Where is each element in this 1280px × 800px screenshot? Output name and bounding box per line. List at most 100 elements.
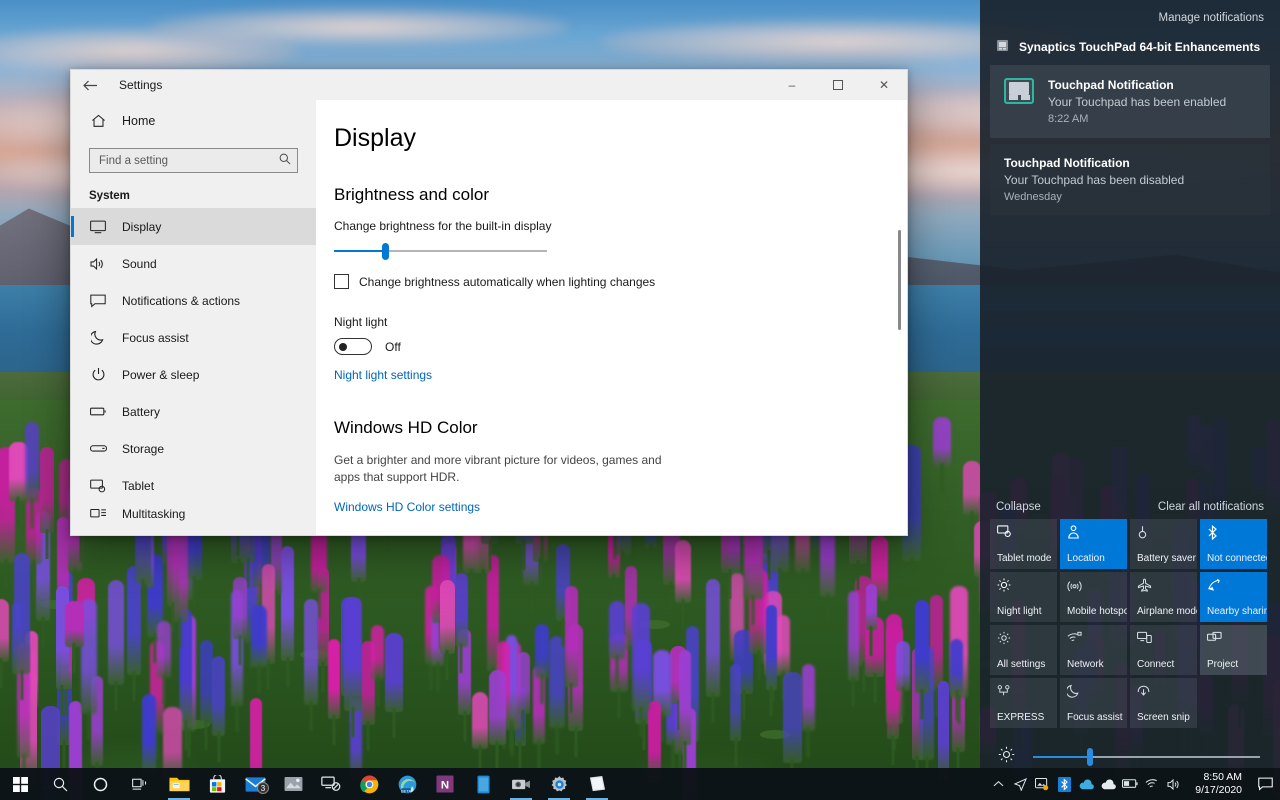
quick-action-label: Focus assist xyxy=(1067,712,1123,723)
notification-app-group-header[interactable]: Synaptics TouchPad 64-bit Enhancements xyxy=(996,39,1280,55)
battery-icon[interactable] xyxy=(1119,768,1141,800)
cortana-icon[interactable] xyxy=(80,768,120,800)
quick-action-location[interactable]: Location xyxy=(1060,519,1127,569)
settings-titlebar[interactable]: Settings – ✕ xyxy=(71,70,907,100)
manage-notifications-link[interactable]: Manage notifications xyxy=(996,12,1264,24)
hd-color-heading: Windows HD Color xyxy=(334,418,478,437)
lupine-flower xyxy=(678,649,691,745)
scrollbar-thumb[interactable] xyxy=(898,230,901,330)
lupine-flower xyxy=(251,604,267,667)
auto-brightness-row[interactable]: Change brightness automatically when lig… xyxy=(334,274,907,289)
location-arrow-icon[interactable] xyxy=(1009,768,1031,800)
quick-action-night-light[interactable]: Night light xyxy=(990,572,1057,622)
quick-action-network[interactable]: Network xyxy=(1060,625,1127,675)
quick-action-express[interactable]: EXPRESS xyxy=(990,678,1057,728)
quick-action-all-settings[interactable]: All settings xyxy=(990,625,1057,675)
brightness-thumb[interactable] xyxy=(1086,748,1093,766)
search-box[interactable] xyxy=(89,148,298,173)
quick-action-focus-assist[interactable]: Focus assist xyxy=(1060,678,1127,728)
settings-sidebar: Home System xyxy=(71,100,316,535)
hd-color-description: Get a brighter and more vibrant picture … xyxy=(334,453,662,485)
search-icon[interactable] xyxy=(40,768,80,800)
sidebar-label: Notifications & actions xyxy=(122,293,241,308)
notification-item[interactable]: Touchpad Notification Your Touchpad has … xyxy=(990,65,1270,138)
quick-action-connect[interactable]: Connect xyxy=(1130,625,1197,675)
content-scrollbar[interactable] xyxy=(894,100,904,535)
sidebar-item-storage[interactable]: Storage xyxy=(71,430,316,467)
night-light-toggle-row[interactable]: Off xyxy=(334,338,907,355)
collapse-link[interactable]: Collapse xyxy=(996,501,1041,513)
taskbar-app-photos[interactable] xyxy=(274,768,312,800)
lupine-flower xyxy=(454,572,468,647)
taskbar-app-microsoft-store[interactable] xyxy=(198,768,236,800)
brightness-slider-thumb[interactable] xyxy=(382,243,390,260)
action-center-icon[interactable] xyxy=(1252,768,1278,800)
notification-item[interactable]: Touchpad Notification Your Touchpad has … xyxy=(990,144,1270,215)
lupine-flower xyxy=(801,664,815,731)
sidebar-item-tablet[interactable]: Tablet xyxy=(71,467,316,504)
taskbar-app-connect[interactable] xyxy=(312,768,350,800)
quick-action-battery-saver[interactable]: Battery saver xyxy=(1130,519,1197,569)
sidebar-item-home[interactable]: Home xyxy=(71,102,316,140)
back-arrow-icon[interactable] xyxy=(71,70,109,100)
auto-brightness-checkbox[interactable] xyxy=(334,274,349,289)
bluetooth-icon[interactable] xyxy=(1053,768,1075,800)
lupine-flower xyxy=(281,545,294,662)
sidebar-item-focus-assist[interactable]: Focus assist xyxy=(71,319,316,356)
speaker-icon[interactable] xyxy=(1163,768,1185,800)
quick-action-nearby-sharing[interactable]: Nearby sharing xyxy=(1200,572,1267,622)
onedrive-icon[interactable] xyxy=(1075,768,1097,800)
taskbar-app-camera[interactable] xyxy=(502,768,540,800)
quick-action-tablet-mode[interactable]: Tablet mode xyxy=(990,519,1057,569)
taskbar-app-edge-beta[interactable]: BETA xyxy=(388,768,426,800)
mail-badge: 3 xyxy=(257,782,269,794)
maximize-button[interactable] xyxy=(815,70,861,100)
night-light-settings-link[interactable]: Night light settings xyxy=(334,368,432,382)
sidebar-item-display[interactable]: Display xyxy=(71,208,316,245)
chevron-up-icon[interactable] xyxy=(987,768,1009,800)
airplane-icon xyxy=(1137,578,1191,595)
sidebar-item-multitasking[interactable]: Multitasking xyxy=(71,504,316,524)
minimize-button[interactable]: – xyxy=(769,70,815,100)
taskbar-app-chrome[interactable] xyxy=(350,768,388,800)
brightness-slider[interactable] xyxy=(334,242,547,260)
sidebar-item-power-sleep[interactable]: Power & sleep xyxy=(71,356,316,393)
night-light-toggle[interactable] xyxy=(334,338,372,355)
brightness-track[interactable] xyxy=(1033,748,1260,766)
notification-app-name: Synaptics TouchPad 64-bit Enhancements xyxy=(1019,40,1261,54)
quick-action-screen-snip[interactable]: Screen snip xyxy=(1130,678,1197,728)
taskbar-clock[interactable]: 8:50 AM 9/17/2020 xyxy=(1185,768,1252,800)
wifi-icon[interactable] xyxy=(1141,768,1163,800)
action-center-brightness-slider[interactable] xyxy=(980,728,1280,768)
multitasking-icon xyxy=(89,508,107,521)
quick-action-mobile-hotspot[interactable]: Mobile hotspot xyxy=(1060,572,1127,622)
close-button[interactable]: ✕ xyxy=(861,70,907,100)
sidebar-item-notifications-actions[interactable]: Notifications & actions xyxy=(71,282,316,319)
cloud-icon[interactable] xyxy=(1097,768,1119,800)
search-input[interactable] xyxy=(99,154,279,167)
quick-action-bluetooth[interactable]: Not connected xyxy=(1200,519,1267,569)
express-icon xyxy=(997,684,1051,701)
lupine-flower xyxy=(847,590,860,681)
hd-color-settings-link[interactable]: Windows HD Color settings xyxy=(334,500,480,514)
sidebar-label: Multitasking xyxy=(122,507,186,521)
clear-all-notifications-link[interactable]: Clear all notifications xyxy=(1158,501,1264,513)
sidebar-item-battery[interactable]: Battery xyxy=(71,393,316,430)
taskbar-app-file-explorer[interactable] xyxy=(160,768,198,800)
quick-action-airplane-mode[interactable]: Airplane mode xyxy=(1130,572,1197,622)
quick-action-project[interactable]: Project xyxy=(1200,625,1267,675)
lupine-flower xyxy=(370,624,385,681)
taskbar-app-settings[interactable] xyxy=(540,768,578,800)
quick-action-label: Location xyxy=(1067,553,1105,564)
graphics-icon[interactable] xyxy=(1031,768,1053,800)
taskbar-app-sticky-notes[interactable] xyxy=(578,768,616,800)
task-view-icon[interactable] xyxy=(120,768,160,800)
taskbar-app-onenote[interactable]: N xyxy=(426,768,464,800)
settings-window[interactable]: Settings – ✕ Home Find a setting System … xyxy=(70,69,908,536)
start-button[interactable] xyxy=(0,768,40,800)
touchpad-app-icon xyxy=(996,39,1009,55)
taskbar-app-mail[interactable]: 3 xyxy=(236,768,274,800)
tablet-mode-icon xyxy=(997,525,1051,542)
taskbar-app-your-phone[interactable] xyxy=(464,768,502,800)
sidebar-item-sound[interactable]: Sound xyxy=(71,245,316,282)
